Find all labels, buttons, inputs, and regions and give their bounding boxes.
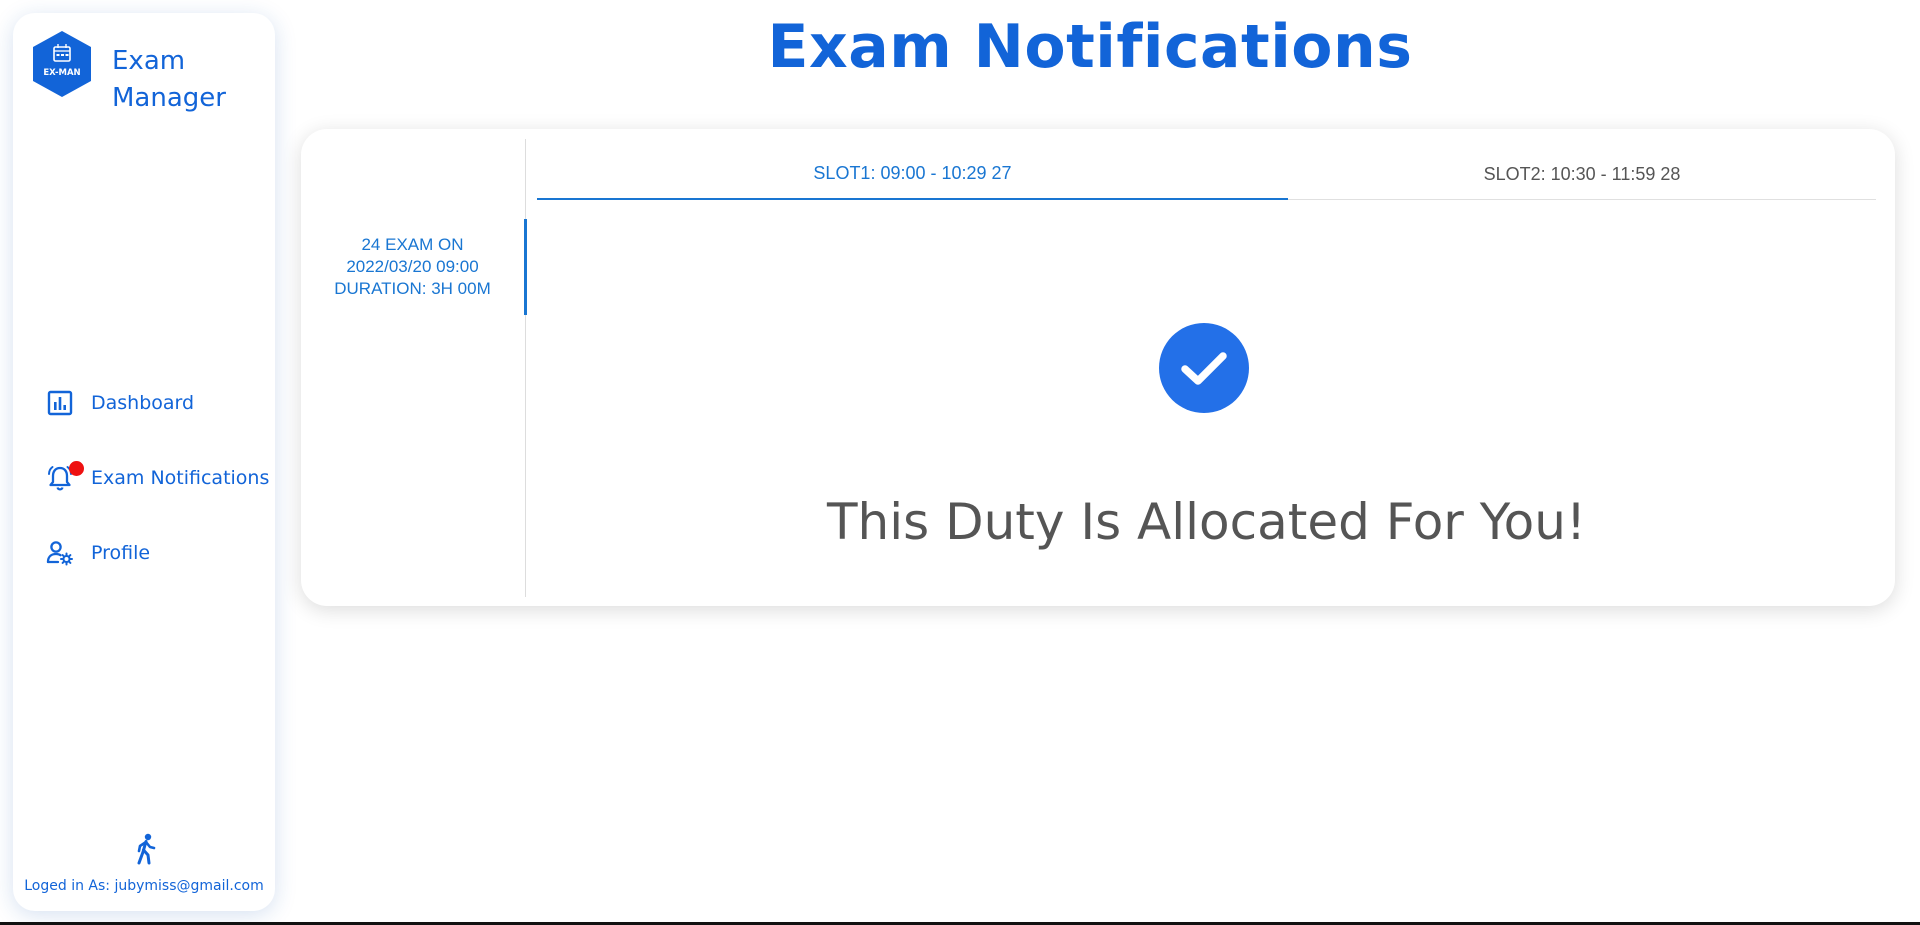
sidebar-item-dashboard[interactable]: Dashboard: [45, 388, 194, 418]
exam-duration: DURATION: 3H 00M: [334, 279, 491, 298]
sidebar-item-label: Dashboard: [91, 392, 195, 414]
logo-text: EX-MAN: [43, 68, 80, 78]
sidebar-item-exam-notifications[interactable]: Exam Notifications: [45, 461, 270, 493]
dashboard-icon: [47, 390, 73, 416]
notification-dot: [69, 461, 84, 476]
tab-slot2[interactable]: SLOT2: 10:30 - 11:59 28: [1288, 149, 1876, 200]
sidebar-item-label: Profile: [91, 542, 151, 564]
vertical-divider: [525, 139, 526, 597]
logged-in-user: Loged in As: jubymiss@gmail.com: [24, 878, 264, 894]
exam-card: 24 EXAM ON 2022/03/20 09:00 DURATION: 3H…: [301, 129, 1895, 606]
sidebar-item-profile[interactable]: Profile: [45, 538, 150, 568]
user-settings-icon: [46, 541, 73, 566]
exam-title: 24 EXAM ON: [361, 235, 464, 254]
tab-slot1[interactable]: SLOT1: 09:00 - 10:29 27: [537, 149, 1288, 200]
walking-person-icon[interactable]: [131, 833, 161, 865]
page-title: Exam Notifications: [767, 12, 1413, 82]
exam-datetime: 2022/03/20 09:00: [346, 257, 479, 276]
exam-manager-logo: EX-MAN: [33, 31, 91, 97]
brand-line-1: Exam: [112, 46, 186, 76]
exam-list-item[interactable]: 24 EXAM ON 2022/03/20 09:00 DURATION: 3H…: [301, 219, 527, 315]
duty-allocated-message: This Duty Is Allocated For You!: [827, 493, 1586, 551]
check-circle-icon: [1159, 323, 1249, 413]
sidebar: EX-MAN Exam Manager Dashboard Exam Notif…: [13, 13, 275, 911]
brand-name: Exam Manager: [112, 43, 226, 117]
brand[interactable]: EX-MAN Exam Manager: [30, 29, 226, 117]
slot-tabs: SLOT1: 09:00 - 10:29 27 SLOT2: 10:30 - 1…: [537, 149, 1876, 200]
brand-line-2: Manager: [112, 83, 226, 113]
sidebar-item-label: Exam Notifications: [91, 467, 270, 489]
